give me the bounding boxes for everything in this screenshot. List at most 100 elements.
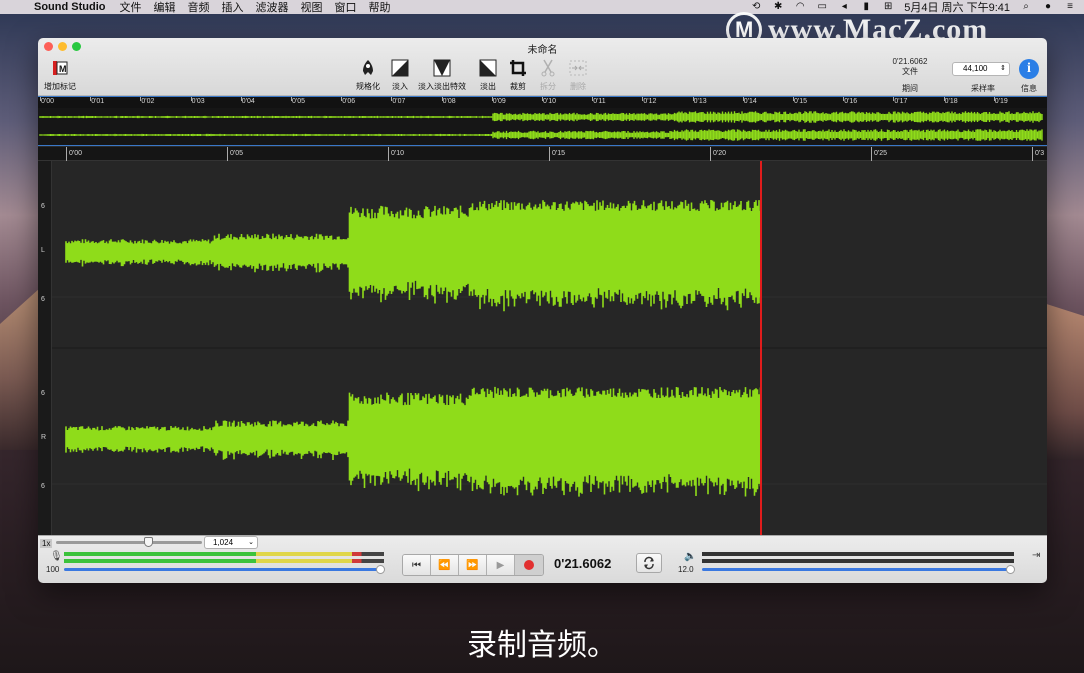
normalize-label: 规格化 [356, 82, 380, 91]
waveform-path [65, 200, 762, 497]
microphone-icon: 🎙 [50, 551, 63, 562]
fade-out-button[interactable]: 淡出 [478, 58, 498, 92]
fade-in-button[interactable]: 淡入 [390, 58, 410, 92]
overview-tick-label: 0'04 [241, 98, 255, 105]
zoom-slider-knob[interactable] [144, 537, 153, 547]
delete-range-icon [568, 58, 588, 78]
svg-text:M: M [59, 64, 67, 74]
fast-forward-button[interactable]: ⏩ [459, 555, 487, 575]
video-subtitle: 录制音频。 [467, 629, 617, 662]
fade-in-label: 淡入 [392, 82, 408, 91]
menu-help[interactable]: 帮助 [368, 0, 390, 15]
timeline-tick-label: 0'10 [391, 150, 405, 157]
spotlight-icon[interactable]: ⌕ [1020, 2, 1032, 12]
sample-rate-value: 44,100 [963, 64, 988, 73]
crop-button[interactable]: 裁剪 [508, 58, 528, 92]
output-volume-slider[interactable] [702, 568, 1010, 571]
delete-button[interactable]: 删除 [568, 58, 588, 92]
input-volume-slider[interactable] [64, 568, 382, 571]
go-to-start-button[interactable]: ⏮ [403, 555, 431, 575]
stepper-arrows-icon: ⇕ [1000, 65, 1006, 72]
skip-back-icon: ⏮ [412, 559, 421, 571]
left-bottom-scale: 6 [41, 296, 45, 303]
waveform-editor[interactable]: 6 L 6 6 R 6 [38, 161, 1047, 535]
zoom-slider[interactable] [56, 537, 202, 547]
split-button[interactable]: 拆分 [538, 58, 558, 92]
output-level-meter-right [702, 559, 1014, 563]
info-icon[interactable]: i [1019, 59, 1039, 79]
output-route-icon[interactable]: ⇥ [1032, 550, 1040, 561]
timeline-tick-label: 0'3 [1035, 150, 1045, 157]
menu-insert[interactable]: 插入 [221, 0, 243, 15]
sample-rate-select[interactable]: 44,100 ⇕ [952, 62, 1010, 76]
output-volume-value: 12.0 [678, 565, 694, 574]
menu-file[interactable]: 文件 [119, 0, 141, 15]
overview-tick-label: 0'16 [844, 98, 858, 105]
record-button[interactable] [515, 555, 543, 575]
bluetooth-icon[interactable]: ✱ [772, 2, 784, 12]
play-button[interactable]: ▶ [487, 555, 515, 575]
input-volume-value: 100 [46, 565, 60, 574]
overview-tick-label: 0'08 [442, 98, 456, 105]
menu-window[interactable]: 窗口 [334, 0, 356, 15]
delete-label: 删除 [570, 82, 586, 91]
right-bottom-scale: 6 [41, 483, 45, 490]
add-marker-label: 增加标记 [44, 82, 76, 91]
duration-value: 0'21.6062 [892, 57, 928, 66]
timeline-tick-label: 0'20 [713, 150, 727, 157]
info-label: 信息 [1021, 84, 1037, 93]
timeline-tick-mark [710, 147, 711, 161]
input-level-meter-left [64, 552, 384, 556]
scissors-icon [538, 58, 558, 78]
overview-tick-label: 0'14 [743, 98, 757, 105]
overview-tick-label: 0'09 [492, 98, 506, 105]
fade-in-out-button[interactable]: 淡入淡出特效 [418, 58, 466, 92]
siri-icon[interactable]: ● [1042, 2, 1054, 12]
fade-in-out-icon [432, 58, 452, 78]
fade-in-out-label: 淡入淡出特效 [418, 82, 466, 91]
input-volume-knob[interactable] [376, 565, 385, 574]
timeline-tick-mark [66, 147, 67, 161]
normalize-button[interactable]: 规格化 [356, 58, 380, 92]
wifi-icon[interactable]: ◠ [794, 2, 806, 12]
timeline-tick-label: 0'00 [69, 150, 83, 157]
overview-waveform-graphic [39, 111, 1043, 141]
volume-icon[interactable]: ◂ [838, 2, 850, 12]
menu-audio[interactable]: 音频 [187, 0, 209, 15]
overview-tick-label: 0'01 [91, 98, 105, 105]
left-top-scale: 6 [41, 203, 45, 210]
time-machine-icon[interactable]: ⟲ [750, 2, 762, 12]
menu-edit[interactable]: 编辑 [153, 0, 175, 15]
loop-button[interactable] [636, 553, 662, 573]
battery-icon[interactable]: ▮ [860, 2, 872, 12]
current-time-display: 0'21.6062 [554, 556, 612, 571]
crop-label: 裁剪 [510, 82, 526, 91]
marker-icon: M [50, 58, 70, 78]
timeline-ruler[interactable]: 0'00 0'05 0'10 0'15 0'20 0'25 0'3 [38, 147, 1047, 161]
fade-out-icon [478, 58, 498, 78]
waveform-graphic [52, 200, 1047, 497]
block-size-select[interactable]: 1,024 ⌄ [204, 536, 258, 549]
rewind-button[interactable]: ⏪ [431, 555, 459, 575]
playhead[interactable] [759, 161, 762, 535]
overview-tick-label: 0'15 [794, 98, 808, 105]
apple-icon[interactable] [10, 1, 24, 13]
input-level-meter-right [64, 559, 384, 563]
output-volume-knob[interactable] [1006, 565, 1015, 574]
input-method-icon[interactable]: ⊞ [882, 2, 894, 12]
notification-center-icon[interactable]: ≡ [1064, 2, 1076, 12]
overview-waveform[interactable]: 0'00 0'01 0'02 0'03 0'04 0'05 0'06 0'07 0'08 0'09… [38, 96, 1047, 146]
rewind-icon: ⏪ [438, 559, 451, 571]
menu-app-name[interactable]: Sound Studio [34, 1, 105, 13]
title-toolbar: 未命名 M 增加标记 规格化 淡入 淡入淡出特效 淡出 裁剪 拆分 删除 0'2… [38, 38, 1047, 96]
record-icon [524, 560, 534, 570]
overview-tick-label: 0'05 [292, 98, 306, 105]
menu-filter[interactable]: 滤波器 [255, 0, 288, 15]
airplay-icon[interactable]: ▭ [816, 2, 828, 12]
sample-rate-label: 采样率 [971, 84, 995, 93]
channel-gutter: 6 L 6 6 R 6 [38, 161, 52, 535]
left-channel-label: L [41, 247, 45, 254]
add-marker-button[interactable]: M 增加标记 [44, 58, 76, 92]
menu-view[interactable]: 视图 [300, 0, 322, 15]
right-channel-label: R [41, 434, 47, 441]
